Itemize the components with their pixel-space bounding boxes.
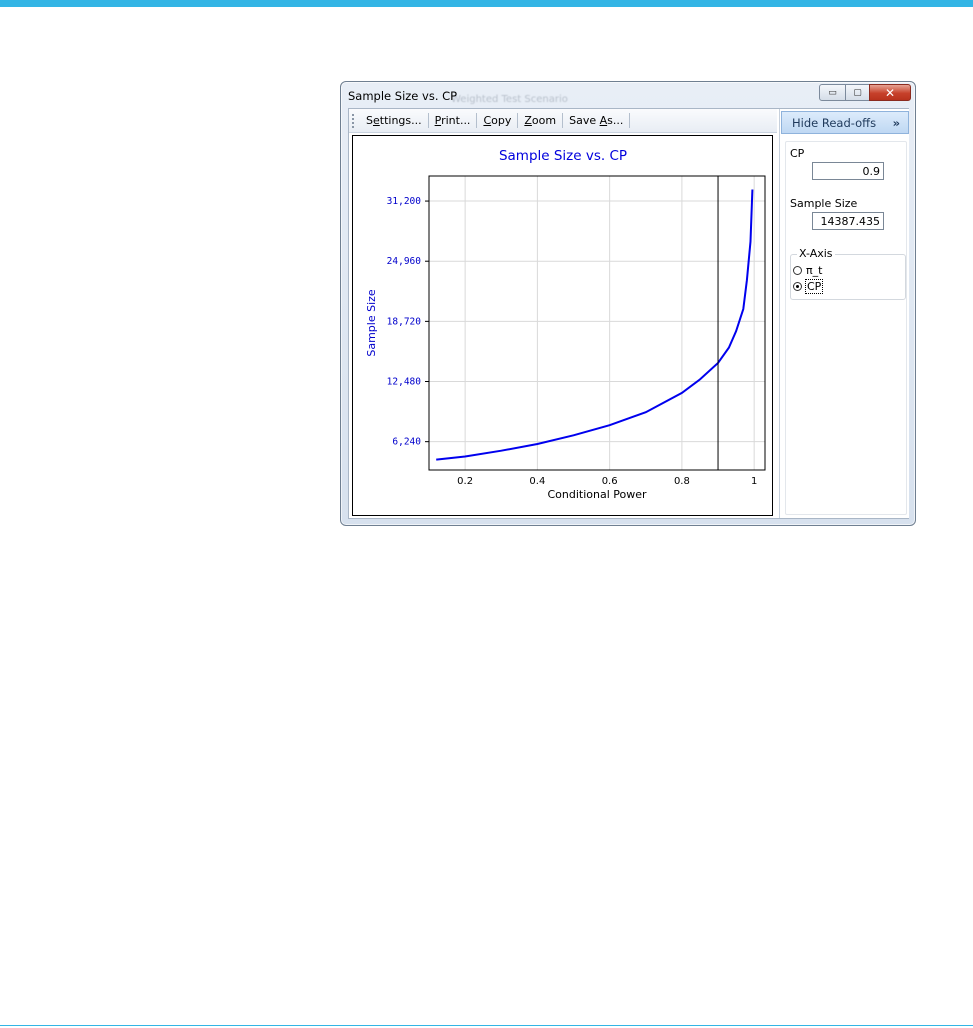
y-tick-label: 6,240 — [392, 437, 421, 448]
sample-size-field[interactable] — [812, 212, 884, 230]
y-tick-label: 12,480 — [387, 377, 422, 388]
save-as-button[interactable]: Save As... — [563, 114, 629, 127]
zoom-button[interactable]: Zoom — [518, 114, 562, 127]
double-chevron-right-icon: » — [892, 115, 900, 130]
y-tick-label: 24,960 — [387, 256, 422, 267]
settings-button[interactable]: Settings... — [360, 114, 428, 127]
toolbar-separator — [629, 113, 631, 128]
sample-size-chart: Sample Size vs. CP 0.2 0.4 0.6 0.8 1 6,240 12,… — [365, 148, 766, 501]
maximize-button[interactable]: ▢ — [845, 84, 870, 101]
x-axis-label: Conditional Power — [547, 488, 647, 501]
chart-toolbar: Settings... Print... Copy Zoom Save As..… — [349, 109, 777, 133]
toolbar-grip[interactable] — [352, 113, 360, 128]
x-tick-label: 0.4 — [529, 476, 545, 487]
series-line — [436, 189, 754, 461]
radio-button[interactable] — [793, 282, 802, 291]
readoff-values: CP Sample Size X-Axis π_t CP — [785, 141, 907, 515]
sample-size-label: Sample Size — [790, 197, 858, 210]
plot-border — [428, 175, 766, 471]
y-axis-label: Sample Size — [365, 289, 378, 357]
x-tick-label: 0.6 — [602, 476, 618, 487]
radio-button[interactable] — [793, 266, 802, 275]
x-tick-label: 1 — [751, 476, 757, 487]
readoffs-panel: Hide Read-offs » CP Sample Size X-Axis π… — [779, 109, 909, 518]
hide-readoffs-button[interactable]: Hide Read-offs » — [781, 111, 909, 134]
x-axis-option-label: CP — [804, 279, 824, 294]
x-tick-label: 0.8 — [674, 476, 690, 487]
minimize-button[interactable]: ▭ — [819, 84, 846, 101]
chart-title: Sample Size vs. CP — [499, 148, 627, 164]
close-button[interactable]: ✕ — [869, 84, 911, 101]
chart-window: Weighted Test Scenario Sample Size vs. C… — [340, 81, 916, 526]
copy-button[interactable]: Copy — [477, 114, 517, 127]
y-tick-label: 31,200 — [387, 196, 422, 207]
x-axis-option-pi-t[interactable]: π_t — [793, 264, 822, 277]
x-axis-groupbox: X-Axis π_t CP — [790, 247, 906, 300]
x-axis-option-label: π_t — [806, 264, 823, 277]
x-axis-group-label: X-Axis — [797, 247, 835, 260]
cp-label: CP — [790, 147, 805, 160]
x-axis-option-cp[interactable]: CP — [793, 279, 824, 294]
chart-area: Sample Size vs. CP 0.2 0.4 0.6 0.8 1 6,240 12,… — [352, 135, 773, 516]
cp-field[interactable] — [812, 162, 884, 180]
window-client-area: Settings... Print... Copy Zoom Save As..… — [348, 108, 909, 519]
hide-readoffs-label: Hide Read-offs — [792, 115, 877, 130]
x-tick-label: 0.2 — [457, 476, 473, 487]
top-accent-bar — [0, 0, 973, 7]
print-button[interactable]: Print... — [429, 114, 477, 127]
y-tick-label: 18,720 — [387, 316, 422, 327]
window-title: Sample Size vs. CP — [348, 89, 458, 103]
bottom-divider — [0, 1025, 973, 1026]
background-window-title: Weighted Test Scenario — [451, 94, 568, 105]
